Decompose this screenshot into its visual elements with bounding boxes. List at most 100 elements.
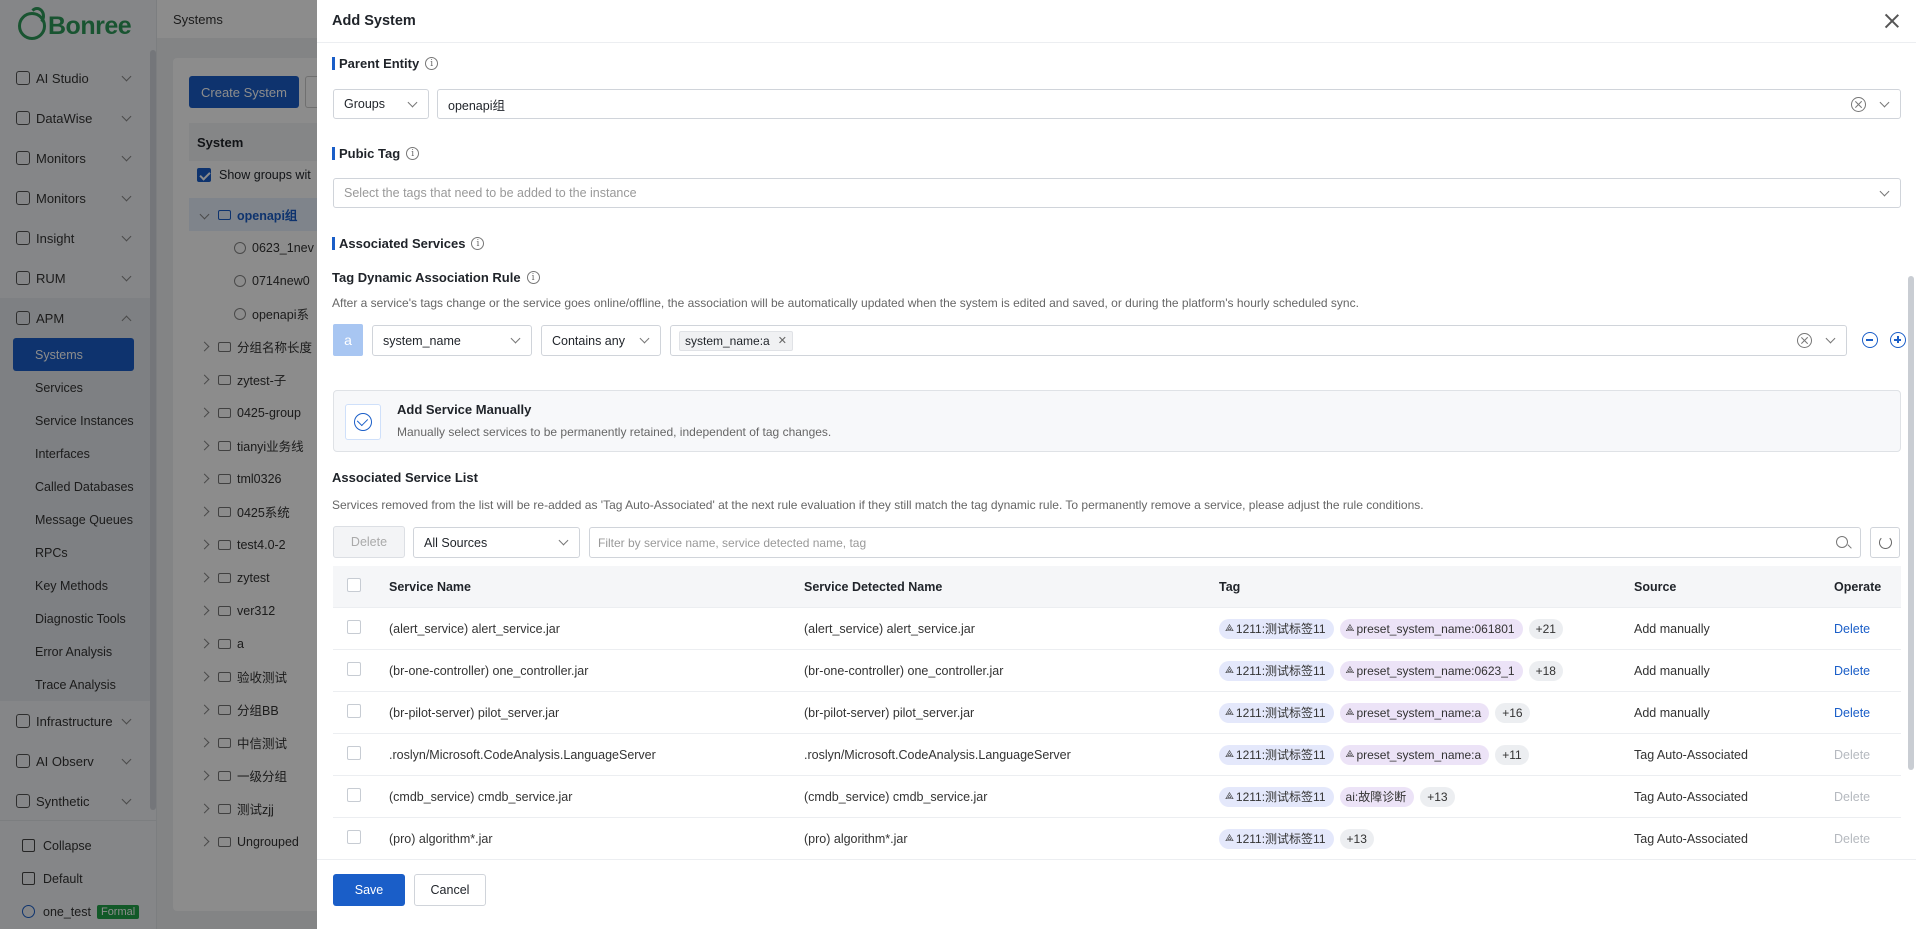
table-body: (alert_service) alert_service.jar (alert_… xyxy=(333,608,1901,859)
row-checkbox[interactable] xyxy=(347,788,361,802)
info-icon[interactable]: i xyxy=(471,237,485,250)
tag-chip: ⟁ preset_system_name:0623_1 xyxy=(1339,660,1523,681)
save-button[interactable]: Save xyxy=(333,874,405,906)
table-row: (br-one-controller) one_controller.jar (b… xyxy=(333,650,1901,692)
tag-icon: ⟁ xyxy=(1225,623,1234,634)
drawer-scrollbar[interactable] xyxy=(1908,276,1914,770)
tag-icon: ⟁ xyxy=(1225,665,1234,676)
section-marker xyxy=(332,147,335,160)
clear-icon[interactable] xyxy=(1851,97,1866,112)
tag-chip: ⟁ 1211:测试标签11 xyxy=(1219,660,1334,681)
public-tag-select[interactable]: Select the tags that need to be added to… xyxy=(333,178,1901,208)
add-rule-button[interactable] xyxy=(1890,332,1906,348)
info-icon[interactable]: i xyxy=(526,271,540,284)
service-name: (pro) algorithm*.jar xyxy=(389,831,493,846)
source-cell: Add manually xyxy=(1634,705,1710,720)
delete-row-link: Delete xyxy=(1834,747,1871,762)
select-all-checkbox[interactable] xyxy=(347,578,361,592)
delete-row-link[interactable]: Delete xyxy=(1834,706,1870,720)
drawer-footer: Save Cancel xyxy=(317,859,1916,929)
manual-add-icon xyxy=(345,404,381,440)
info-icon[interactable]: i xyxy=(425,57,439,70)
tag-icon: ⟁ xyxy=(1225,791,1234,802)
refresh-button[interactable] xyxy=(1870,527,1900,558)
row-checkbox[interactable] xyxy=(347,746,361,760)
col-tag: Tag xyxy=(1219,579,1241,594)
col-service-name: Service Name xyxy=(389,579,472,594)
cancel-button[interactable]: Cancel xyxy=(414,874,486,906)
row-checkbox[interactable] xyxy=(347,620,361,634)
more-tags-chip[interactable]: +18 xyxy=(1528,660,1563,681)
service-table: Service Name Service Detected Name Tag S… xyxy=(333,566,1901,859)
chevron-down-icon xyxy=(510,333,521,344)
source-filter-select[interactable]: All Sources xyxy=(413,527,580,558)
more-tags-chip[interactable]: +21 xyxy=(1528,618,1563,639)
service-detected-name: (pro) algorithm*.jar xyxy=(804,831,908,846)
tag-chip: ai:故障诊断 xyxy=(1339,786,1415,807)
delete-row-link[interactable]: Delete xyxy=(1834,664,1870,678)
more-tags-chip[interactable]: +16 xyxy=(1495,702,1530,723)
more-tags-chip[interactable]: +11 xyxy=(1495,744,1529,765)
add-system-drawer: Add System Parent Entity i Groups openap… xyxy=(317,0,1916,929)
rule-value-chip: system_name:a ✕ xyxy=(679,330,793,351)
tag-icon: ⟁ xyxy=(1225,749,1234,760)
remove-chip-icon[interactable]: ✕ xyxy=(778,334,787,347)
service-list-title: Associated Service List xyxy=(332,470,478,485)
rule-value-select[interactable]: system_name:a ✕ xyxy=(670,325,1847,356)
table-row: (alert_service) alert_service.jar (alert_… xyxy=(333,608,1901,650)
remove-rule-button[interactable] xyxy=(1862,332,1878,348)
col-operate: Operate xyxy=(1834,579,1882,594)
col-detected-name: Service Detected Name xyxy=(804,579,943,594)
tag-icon: ⟁ xyxy=(1345,623,1355,634)
chevron-down-icon xyxy=(1879,186,1890,197)
chevron-down-icon xyxy=(407,97,418,108)
refresh-icon xyxy=(1878,536,1892,549)
close-icon[interactable] xyxy=(1884,13,1900,29)
drawer-title: Add System xyxy=(332,13,416,29)
service-name: (br-one-controller) one_controller.jar xyxy=(389,663,589,678)
service-detected-name: (alert_service) alert_service.jar xyxy=(804,621,975,636)
row-checkbox[interactable] xyxy=(347,662,361,676)
service-name: .roslyn/Microsoft.CodeAnalysis.LanguageS… xyxy=(389,747,656,762)
delete-row-link[interactable]: Delete xyxy=(1834,622,1870,636)
drawer-header: Add System xyxy=(317,0,1916,43)
tag-chip: ⟁ preset_system_name:a xyxy=(1339,744,1490,765)
more-tags-chip[interactable]: +13 xyxy=(1420,786,1455,807)
tag-chip: ⟁ 1211:测试标签11 xyxy=(1219,702,1334,723)
table-row: (cmdb_service) cmdb_service.jar (cmdb_ser… xyxy=(333,776,1901,818)
info-icon[interactable]: i xyxy=(406,147,420,160)
parent-entity-select[interactable]: openapi组 xyxy=(437,89,1901,119)
tag-cell: ⟁ 1211:测试标签11 ⟁ preset_system_name:0623_1 +1… xyxy=(1219,660,1634,681)
table-row: (pro) algorithm*.jar (pro) algorithm*.jar… xyxy=(333,818,1901,859)
rule-description: After a service's tags change or the ser… xyxy=(332,296,1359,310)
batch-delete-button[interactable]: Delete xyxy=(333,526,405,558)
entity-type-select[interactable]: Groups xyxy=(333,89,429,119)
chevron-down-icon xyxy=(639,333,650,344)
manual-title: Add Service Manually xyxy=(397,402,532,417)
clear-icon[interactable] xyxy=(1797,333,1812,348)
tag-chip: ⟁ preset_system_name:a xyxy=(1339,702,1490,723)
rule-operator-select[interactable]: Contains any xyxy=(541,325,661,356)
parent-entity-title: Parent Entity i xyxy=(332,56,439,71)
tag-icon: ⟁ xyxy=(1225,707,1234,718)
table-row: (br-pilot-server) pilot_server.jar (br-pi… xyxy=(333,692,1901,734)
more-tags-chip[interactable]: +13 xyxy=(1339,828,1374,849)
rule-field-select[interactable]: system_name xyxy=(372,325,532,356)
service-search-input[interactable]: Filter by service name, service detected… xyxy=(589,527,1861,558)
tag-cell: ⟁ 1211:测试标签11 ⟁ preset_system_name:a +16 xyxy=(1219,702,1634,723)
service-name: (br-pilot-server) pilot_server.jar xyxy=(389,705,560,720)
row-checkbox[interactable] xyxy=(347,704,361,718)
service-name: (alert_service) alert_service.jar xyxy=(389,621,560,636)
rule-title: Tag Dynamic Association Rule i xyxy=(332,270,540,285)
rule-letter: a xyxy=(333,324,363,356)
tag-cell: ⟁ 1211:测试标签11 ⟁ preset_system_name:061801 +2… xyxy=(1219,618,1634,639)
table-header: Service Name Service Detected Name Tag S… xyxy=(333,566,1901,608)
tag-chip: ⟁ 1211:测试标签11 xyxy=(1219,744,1334,765)
source-cell: Add manually xyxy=(1634,663,1710,678)
public-tag-title: Pubic Tag i xyxy=(332,146,420,161)
tag-icon: ⟁ xyxy=(1225,833,1234,844)
tag-cell: ⟁ 1211:测试标签11 ai:故障诊断 +13 xyxy=(1219,786,1634,807)
row-checkbox[interactable] xyxy=(347,830,361,844)
tag-chip: ⟁ preset_system_name:061801 xyxy=(1339,618,1523,639)
add-service-manually-card[interactable]: Add Service Manually Manually select ser… xyxy=(333,390,1901,452)
